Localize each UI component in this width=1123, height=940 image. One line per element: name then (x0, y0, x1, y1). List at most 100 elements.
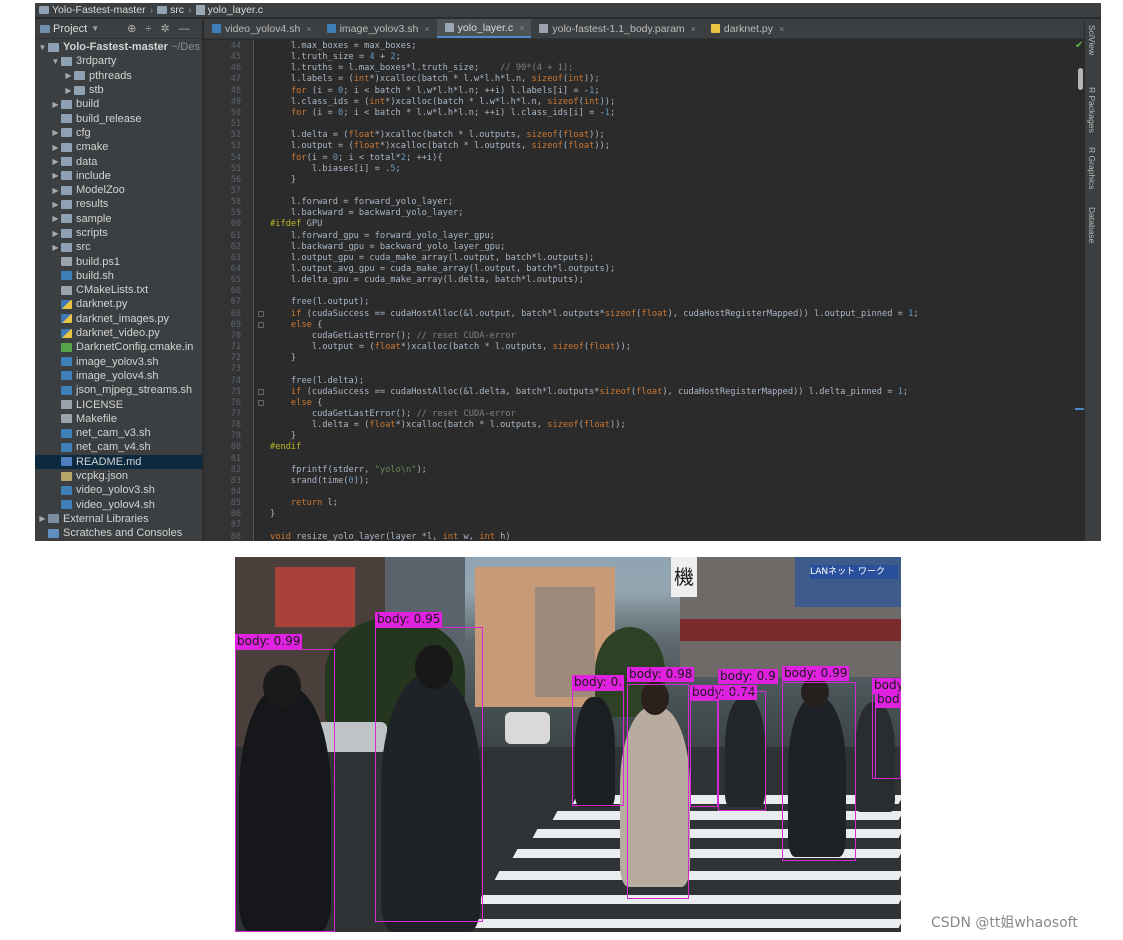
close-icon[interactable]: × (779, 24, 784, 34)
code-token: l.biases[i] = . (270, 163, 391, 174)
hide-panel-icon[interactable]: — (179, 23, 190, 35)
gear-icon[interactable]: ✲ (160, 22, 169, 35)
folder-open-icon (48, 42, 59, 52)
tree-item[interactable]: video_yolov3.sh (35, 483, 202, 497)
shell-script-icon (61, 485, 72, 495)
project-view-selector[interactable]: Project (53, 23, 87, 35)
watermark: CSDN @tt姐whaosoft (931, 915, 1078, 931)
tree-item[interactable]: vcpkg.json (35, 469, 202, 483)
close-icon[interactable]: × (424, 24, 429, 34)
editor-tab[interactable]: darknet.py × (703, 19, 791, 38)
code-token: )); (353, 475, 370, 486)
tree-item[interactable]: ▶ pthreads (35, 69, 202, 83)
tool-r-packages[interactable]: R Packages (1087, 87, 1097, 133)
expand-arrow-icon[interactable]: ▶ (37, 514, 48, 523)
breadcrumb-file[interactable]: yolo_layer.c (195, 4, 263, 16)
expand-arrow-icon[interactable]: ▶ (50, 128, 61, 137)
code-area[interactable]: 44 45 46 47 48 49 50 51 52 53 54 55 56 57 58 59 60 61 62 63… (204, 40, 1084, 541)
code-token: float (641, 308, 668, 319)
tree-item[interactable]: darknet.py (35, 297, 202, 311)
code-line: return l; (270, 498, 338, 509)
tree-item[interactable]: ▶ stb (35, 83, 202, 97)
tree-item[interactable]: image_yolov3.sh (35, 355, 202, 369)
shell-script-icon (212, 24, 221, 33)
expand-arrow-icon[interactable]: ▶ (50, 171, 61, 180)
expand-arrow-icon[interactable]: ▶ (50, 143, 61, 152)
code-token: *)xcalloc(batch * l.w*l.h*l.n, (369, 74, 532, 85)
tree-item[interactable]: ▶ data (35, 154, 202, 168)
fold-icon[interactable] (258, 310, 264, 317)
tree-item[interactable]: ▶ cmake (35, 140, 202, 154)
chevron-down-icon[interactable]: ▼ (91, 24, 99, 33)
code-token: srand(time( (270, 475, 349, 486)
line-number: 47 (230, 74, 241, 85)
editor-tab[interactable]: yolo_layer.c × (436, 19, 532, 38)
tree-item[interactable]: video_yolov4.sh (35, 498, 202, 512)
tree-item-label: video_yolov4.sh (76, 498, 155, 511)
expand-arrow-open-icon[interactable]: ▼ (37, 43, 48, 52)
tree-item[interactable]: build_release (35, 111, 202, 125)
tree-item[interactable]: ▶ cfg (35, 126, 202, 140)
code-token: cudaGetLastError(); (270, 408, 417, 419)
expand-arrow-icon[interactable]: ▶ (50, 243, 61, 252)
tree-item[interactable]: README.md (35, 454, 202, 469)
tool-database[interactable]: Database (1087, 207, 1097, 243)
tree-item[interactable]: ▶ results (35, 197, 202, 211)
detection-box (375, 627, 483, 922)
line-number: 57 (230, 185, 241, 196)
close-icon[interactable]: × (519, 23, 524, 33)
line-number: 49 (230, 96, 241, 107)
tree-item[interactable]: image_yolov4.sh (35, 369, 202, 383)
expand-arrow-icon[interactable]: ▶ (63, 71, 74, 80)
editor-tab[interactable]: yolo-fastest-1.1_body.param × (531, 19, 703, 38)
expand-arrow-icon[interactable]: ▶ (50, 186, 61, 195)
tree-item[interactable]: ▶ include (35, 169, 202, 183)
close-icon[interactable]: × (306, 24, 311, 34)
expand-arrow-icon[interactable]: ▶ (50, 100, 61, 109)
tool-sciview[interactable]: SciView (1087, 25, 1097, 55)
close-icon[interactable]: × (691, 24, 696, 34)
folder-icon (61, 185, 72, 195)
tree-item[interactable]: ▶ build (35, 97, 202, 111)
editor-scrollbar-thumb[interactable] (1078, 68, 1083, 90)
project-icon (40, 24, 50, 33)
collapse-all-icon[interactable]: ÷ (145, 23, 151, 35)
locate-file-icon[interactable]: ⊕ (127, 22, 136, 35)
tool-r-graphics[interactable]: R Graphics (1087, 147, 1097, 190)
tree-item[interactable]: net_cam_v4.sh (35, 440, 202, 454)
fold-icon[interactable] (258, 321, 264, 328)
tree-item[interactable]: ▶ scripts (35, 226, 202, 240)
expand-arrow-icon[interactable]: ▶ (50, 214, 61, 223)
expand-arrow-icon[interactable]: ▶ (50, 229, 61, 238)
tree-item[interactable]: ▶ ModelZoo (35, 183, 202, 197)
tree-item[interactable]: ▼ Yolo-Fastest-master ~/Des (35, 40, 202, 54)
expand-arrow-icon[interactable]: ▶ (50, 200, 61, 209)
expand-arrow-icon[interactable]: ▶ (50, 157, 61, 166)
tree-item[interactable]: Makefile (35, 412, 202, 426)
expand-arrow-icon[interactable]: ▶ (63, 86, 74, 95)
tree-item[interactable]: ▶ src (35, 240, 202, 254)
tree-item[interactable]: net_cam_v3.sh (35, 426, 202, 440)
breadcrumb-src[interactable]: src (157, 4, 184, 16)
tree-item[interactable]: DarknetConfig.cmake.in (35, 340, 202, 354)
tree-item[interactable]: darknet_images.py (35, 312, 202, 326)
tree-item[interactable]: build.sh (35, 269, 202, 283)
breadcrumb-project[interactable]: Yolo-Fastest-master (39, 4, 146, 16)
editor-tab[interactable]: image_yolov3.sh × (319, 19, 437, 38)
python-file-icon (61, 314, 72, 324)
tree-item[interactable]: json_mjpeg_streams.sh (35, 383, 202, 397)
tree-item[interactable]: ▶ External Libraries (35, 512, 202, 526)
code-token: l.output = ( (270, 141, 354, 152)
tree-item[interactable]: LICENSE (35, 397, 202, 411)
tree-item[interactable]: ▶ sample (35, 212, 202, 226)
editor-tab[interactable]: video_yolov4.sh × (204, 19, 319, 38)
tree-item[interactable]: ▼ 3rdparty (35, 54, 202, 68)
tree-item[interactable]: CMakeLists.txt (35, 283, 202, 297)
fold-icon[interactable] (258, 399, 264, 406)
code-line: cudaGetLastError(); // reset CUDA-error (270, 409, 516, 420)
tree-item[interactable]: darknet_video.py (35, 326, 202, 340)
tree-item[interactable]: build.ps1 (35, 254, 202, 268)
fold-icon[interactable] (258, 388, 264, 395)
tree-item[interactable]: Scratches and Consoles (35, 526, 202, 540)
expand-arrow-open-icon[interactable]: ▼ (50, 57, 61, 66)
